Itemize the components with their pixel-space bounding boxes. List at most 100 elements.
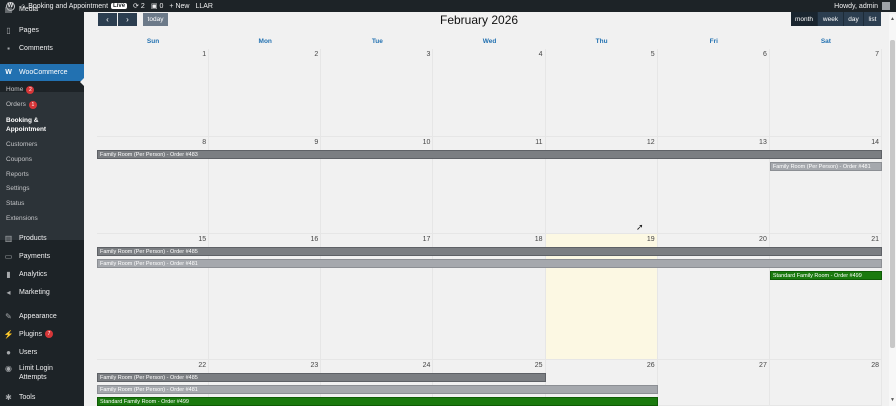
next-month-button[interactable]: › bbox=[118, 13, 137, 26]
booking-event[interactable]: Family Room (Per Person) - Order #481 bbox=[97, 259, 882, 268]
day-cell[interactable]: 7 bbox=[769, 49, 882, 137]
sidebar-item-appearance[interactable]: ✎ Appearance bbox=[0, 310, 84, 322]
prev-month-button[interactable]: ‹ bbox=[98, 13, 117, 26]
sidebar-item-payments[interactable]: ▭ Payments bbox=[0, 250, 84, 262]
day-number[interactable]: 23 bbox=[310, 362, 318, 369]
products-icon: ▥ bbox=[4, 233, 13, 243]
day-number[interactable]: 18 bbox=[535, 236, 543, 243]
day-number[interactable]: 11 bbox=[535, 139, 542, 146]
day-cell[interactable]: 1 bbox=[97, 49, 210, 137]
sidebar-item-plugins[interactable]: ⚡ Plugins 7 bbox=[0, 328, 84, 340]
day-number[interactable]: 4 bbox=[539, 51, 543, 58]
view-week-button[interactable]: week bbox=[818, 12, 844, 26]
sidebar-sub-status[interactable]: Status bbox=[6, 200, 24, 207]
scroll-down-arrow-icon[interactable]: ▼ bbox=[890, 397, 895, 403]
wrench-icon: ✱ bbox=[5, 392, 12, 402]
day-number[interactable]: 1 bbox=[202, 51, 206, 58]
booking-event[interactable]: Family Room (Per Person) - Order #481 bbox=[769, 162, 882, 171]
day-number[interactable]: 19 bbox=[647, 236, 655, 243]
booking-event[interactable]: Standard Family Room - Order #499 bbox=[769, 271, 882, 280]
current-menu-arrow bbox=[80, 78, 84, 86]
day-number[interactable]: 10 bbox=[423, 139, 431, 146]
booking-event[interactable]: Family Room (Per Person) - Order #485 bbox=[97, 247, 882, 256]
sidebar-item-pages[interactable]: ▯ Pages bbox=[0, 24, 84, 36]
sidebar-sub-home[interactable]: Home 2 bbox=[6, 86, 35, 94]
plug-icon: ⚡ bbox=[3, 329, 14, 339]
day-cell[interactable]: 3 bbox=[321, 49, 434, 137]
day-number[interactable]: 21 bbox=[871, 236, 879, 243]
booking-event[interactable]: Standard Family Room - Order #499 bbox=[97, 397, 658, 406]
day-number[interactable]: 20 bbox=[759, 236, 767, 243]
new-content-link[interactable]: + New bbox=[169, 3, 189, 10]
sidebar-item-products[interactable]: ▥ Products bbox=[0, 232, 84, 244]
sidebar-sub-reports[interactable]: Reports bbox=[6, 171, 29, 178]
day-number[interactable]: 9 bbox=[314, 139, 318, 146]
sidebar-item-users[interactable]: ● Users bbox=[0, 346, 84, 358]
day-cell[interactable]: 4 bbox=[433, 49, 546, 137]
day-number[interactable]: 3 bbox=[427, 51, 431, 58]
day-number[interactable]: 12 bbox=[647, 139, 655, 146]
sidebar-sub-coupons[interactable]: Coupons bbox=[6, 156, 32, 163]
day-number[interactable]: 14 bbox=[871, 139, 879, 146]
day-number[interactable]: 27 bbox=[759, 362, 767, 369]
booking-event[interactable]: Family Room (Per Person) - Order #481 bbox=[97, 385, 658, 394]
day-cell[interactable]: 5 bbox=[545, 49, 658, 137]
calendar-title: February 2026 bbox=[440, 13, 519, 27]
day-cell[interactable]: 27 bbox=[657, 360, 770, 406]
sidebar-sub-customers[interactable]: Customers bbox=[6, 141, 37, 148]
sidebar-item-media[interactable]: ▤ Media bbox=[0, 4, 84, 14]
sidebar-item-comments[interactable]: ▪ Comments bbox=[0, 42, 84, 54]
view-day-button[interactable]: day bbox=[844, 12, 864, 26]
day-number[interactable]: 8 bbox=[202, 139, 206, 146]
day-of-week-header: Sun bbox=[146, 38, 160, 45]
view-list-button[interactable]: list bbox=[864, 12, 881, 26]
home-badge: 2 bbox=[26, 86, 35, 94]
day-number[interactable]: 7 bbox=[875, 51, 879, 58]
sidebar-sub-settings[interactable]: Settings bbox=[6, 185, 30, 192]
day-number[interactable]: 28 bbox=[871, 362, 879, 369]
day-number[interactable]: 13 bbox=[759, 139, 767, 146]
megaphone-icon: ◂ bbox=[6, 287, 11, 297]
booking-event[interactable]: Family Room (Per Person) - Order #485 bbox=[97, 373, 546, 382]
llar-link[interactable]: LLAR bbox=[195, 3, 213, 10]
sidebar-sub-orders[interactable]: Orders 1 bbox=[6, 101, 37, 109]
day-number[interactable]: 26 bbox=[647, 362, 655, 369]
day-number[interactable]: 16 bbox=[310, 236, 318, 243]
day-number[interactable]: 24 bbox=[423, 362, 431, 369]
page-scrollbar[interactable]: ▲ ▼ bbox=[889, 14, 896, 406]
sidebar-sub-extensions[interactable]: Extensions bbox=[6, 215, 38, 222]
day-number[interactable]: 17 bbox=[423, 236, 431, 243]
account-menu[interactable]: Howdy, admin bbox=[834, 2, 890, 10]
day-of-week-header: Mon bbox=[258, 38, 272, 45]
comments-icon: ▪ bbox=[7, 43, 10, 53]
day-number[interactable]: 6 bbox=[763, 51, 767, 58]
day-number[interactable]: 25 bbox=[535, 362, 543, 369]
day-number[interactable]: 22 bbox=[198, 362, 206, 369]
woocommerce-icon: W bbox=[5, 69, 12, 76]
sidebar-item-limit-login[interactable]: ◉ Limit Login Attempts bbox=[0, 364, 84, 382]
updates-link[interactable]: ⟳ 2 bbox=[133, 2, 145, 11]
day-cell[interactable]: 2 bbox=[209, 49, 322, 137]
booking-event[interactable]: Family Room (Per Person) - Order #483 bbox=[97, 150, 882, 159]
view-month-button[interactable]: month bbox=[791, 12, 818, 26]
day-cell[interactable]: 28 bbox=[769, 360, 882, 406]
sidebar-item-woocommerce[interactable]: W WooCommerce bbox=[0, 64, 84, 81]
scroll-up-arrow-icon[interactable]: ▲ bbox=[890, 16, 895, 22]
admin-sidebar: ▤ Media ▯ Pages ▪ Comments W WooCommerce Hom… bbox=[0, 5, 84, 406]
today-button[interactable]: today bbox=[143, 13, 168, 26]
sidebar-item-tools[interactable]: ✱ Tools bbox=[0, 391, 84, 403]
sidebar-item-marketing[interactable]: ◂ Marketing bbox=[0, 286, 84, 298]
payments-icon: ▭ bbox=[4, 251, 13, 261]
mouse-pointer-icon: ➚ bbox=[636, 222, 644, 232]
chevron-left-icon: ‹ bbox=[106, 15, 109, 24]
sidebar-item-analytics[interactable]: ▮ Analytics bbox=[0, 268, 84, 280]
day-number[interactable]: 15 bbox=[198, 236, 206, 243]
sidebar-sub-booking[interactable]: Booking & Appointment bbox=[6, 116, 80, 134]
day-number[interactable]: 5 bbox=[651, 51, 655, 58]
day-of-week-header: Sat bbox=[820, 38, 831, 45]
day-number[interactable]: 2 bbox=[314, 51, 318, 58]
comments-link[interactable]: ▣ 0 bbox=[151, 2, 164, 11]
chevron-right-icon: › bbox=[126, 15, 129, 24]
scroll-thumb[interactable] bbox=[890, 40, 895, 348]
day-cell[interactable]: 6 bbox=[657, 49, 770, 137]
